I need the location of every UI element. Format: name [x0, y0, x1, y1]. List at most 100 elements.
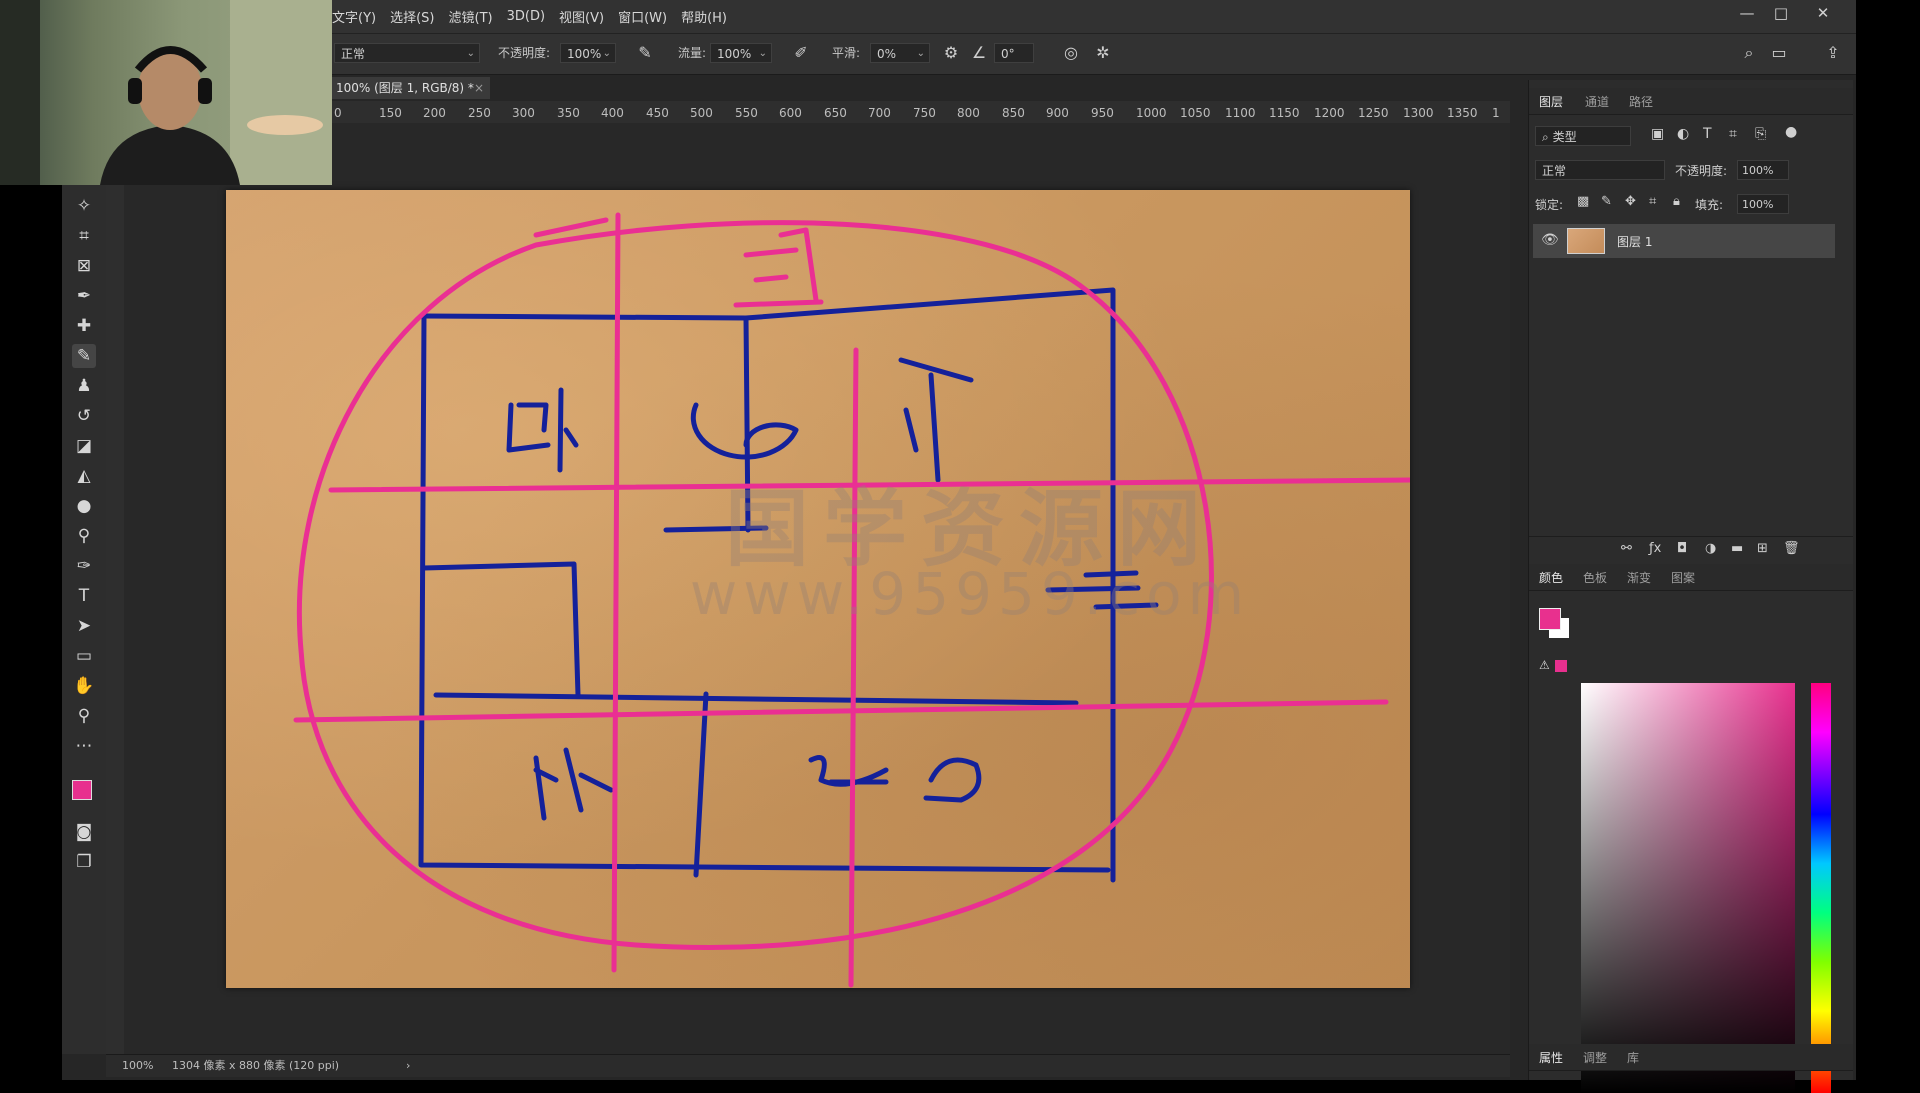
- menu-view[interactable]: 视图(V): [559, 7, 604, 26]
- type-icon[interactable]: T: [72, 584, 96, 608]
- airbrush-icon[interactable]: ✐: [790, 42, 812, 64]
- path-selection-icon[interactable]: ➤: [72, 614, 96, 638]
- new-layer-icon[interactable]: ⊞: [1757, 541, 1768, 556]
- opacity-input[interactable]: 100% ⌄: [560, 43, 616, 63]
- filter-shape-icon[interactable]: ⌗: [1729, 126, 1737, 142]
- fx-icon[interactable]: ƒx: [1649, 541, 1661, 556]
- close-icon[interactable]: ×: [474, 77, 484, 99]
- share-icon[interactable]: ⇪: [1822, 42, 1844, 64]
- brush-mode-select[interactable]: 正常 ⌄: [334, 43, 480, 63]
- magic-wand-icon[interactable]: ✧: [72, 194, 96, 218]
- tab-paths[interactable]: 路径: [1629, 93, 1653, 110]
- blend-mode-select[interactable]: 正常: [1535, 160, 1665, 180]
- chevron-down-icon: ⌄: [466, 48, 475, 59]
- hue-slider[interactable]: [1811, 683, 1831, 1093]
- eraser-icon[interactable]: ◪: [72, 434, 96, 458]
- lock-all-icon[interactable]: 🔒︎: [1673, 194, 1680, 209]
- menu-type[interactable]: 文字(Y): [332, 7, 376, 26]
- layer-name[interactable]: 图层 1: [1617, 233, 1652, 250]
- healing-brush-icon[interactable]: ✚: [72, 314, 96, 338]
- layer-row[interactable]: 👁︎ 图层 1: [1533, 224, 1835, 258]
- screen-mode-icon[interactable]: ❐: [72, 850, 96, 874]
- gamut-swatch[interactable]: [1555, 660, 1567, 672]
- right-panel-dock: 图层 通道 路径 ⌕ 类型 ▣ ◐ T ⌗ ⎘ ● 正常 不透明度: 100% …: [1528, 80, 1853, 1093]
- menu-filter[interactable]: 滤镜(T): [449, 7, 493, 26]
- lock-transparency-icon[interactable]: ▩: [1577, 194, 1589, 209]
- eye-icon[interactable]: 👁︎: [1541, 232, 1559, 248]
- paint-bucket-icon[interactable]: ◭: [72, 464, 96, 488]
- tab-properties[interactable]: 属性: [1539, 1049, 1563, 1066]
- stamp-icon[interactable]: ♟: [72, 374, 96, 398]
- layer-opacity-input[interactable]: 100%: [1737, 160, 1789, 180]
- properties-panel-tabs: 属性 调整 库: [1529, 1044, 1853, 1071]
- ruler-mark: 900: [1046, 106, 1069, 120]
- fill-value: 100%: [1742, 198, 1774, 211]
- workspace-icon[interactable]: ▭: [1768, 42, 1790, 64]
- color-foreground-swatch[interactable]: [1539, 608, 1561, 630]
- zoom-level[interactable]: 100%: [122, 1055, 153, 1077]
- menu-3d[interactable]: 3D(D): [507, 9, 545, 24]
- menu-select[interactable]: 选择(S): [390, 7, 434, 26]
- gear-icon[interactable]: ⚙: [940, 42, 962, 64]
- document-tab[interactable]: 100% (图层 1, RGB/8) * ×: [330, 77, 490, 99]
- tab-color[interactable]: 颜色: [1539, 569, 1563, 586]
- flow-input[interactable]: 100% ⌄: [710, 43, 772, 63]
- tab-gradients[interactable]: 渐变: [1627, 569, 1651, 586]
- filter-type-icon[interactable]: T: [1703, 126, 1712, 142]
- search-icon[interactable]: ⌕: [1738, 42, 1760, 64]
- tab-adjustments[interactable]: 调整: [1583, 1049, 1607, 1066]
- gamut-warning-icon[interactable]: ⚠: [1539, 658, 1550, 672]
- ruler-mark: 700: [868, 106, 891, 120]
- dodge-icon[interactable]: ⚲: [72, 524, 96, 548]
- zoom-icon[interactable]: ⚲: [72, 704, 96, 728]
- tab-layers[interactable]: 图层: [1539, 93, 1563, 110]
- angle-input[interactable]: 0°: [994, 43, 1034, 63]
- hand-icon[interactable]: ✋: [72, 674, 96, 698]
- layer-opacity-value: 100%: [1742, 164, 1774, 177]
- close-button[interactable]: ✕: [1806, 0, 1840, 26]
- fill-input[interactable]: 100%: [1737, 194, 1789, 214]
- folder-icon[interactable]: ▬: [1731, 541, 1743, 556]
- history-brush-icon[interactable]: ↺: [72, 404, 96, 428]
- status-arrow-icon[interactable]: ›: [406, 1055, 410, 1077]
- lock-position-icon[interactable]: ✥: [1625, 194, 1636, 209]
- crop-icon[interactable]: ⌗: [72, 224, 96, 248]
- link-icon[interactable]: ⚯: [1621, 541, 1632, 556]
- blur-icon[interactable]: ●: [72, 494, 96, 518]
- rectangle-icon[interactable]: ▭: [72, 644, 96, 668]
- menu-window[interactable]: 窗口(W): [618, 7, 667, 26]
- quick-mask-icon[interactable]: ◙: [72, 820, 96, 844]
- smoothing-input[interactable]: 0% ⌄: [870, 43, 930, 63]
- ruler-mark: 200: [423, 106, 446, 120]
- tab-channels[interactable]: 通道: [1585, 93, 1609, 110]
- trash-icon[interactable]: 🗑︎: [1783, 541, 1800, 556]
- eyedropper-icon[interactable]: ✒: [72, 284, 96, 308]
- ruler-mark: 1250: [1358, 106, 1389, 120]
- symmetry-icon[interactable]: ✲: [1092, 42, 1114, 64]
- pressure-size-icon[interactable]: ◎: [1060, 42, 1082, 64]
- more-tools-icon[interactable]: ⋯: [72, 734, 96, 758]
- frame-icon[interactable]: ⊠: [72, 254, 96, 278]
- menu-help[interactable]: 帮助(H): [681, 7, 727, 26]
- adjustment-icon[interactable]: ◑: [1705, 541, 1716, 556]
- color-field[interactable]: [1581, 683, 1795, 1093]
- horizontal-ruler: 0 150 200 250 300 350 400 450 500 550 600 650 700 750…: [330, 101, 1510, 124]
- lock-artboard-icon[interactable]: ⌗: [1649, 194, 1656, 209]
- tab-libraries[interactable]: 库: [1627, 1049, 1639, 1066]
- filter-smart-icon[interactable]: ⎘: [1755, 126, 1766, 142]
- minimize-button[interactable]: —: [1730, 0, 1764, 26]
- tab-patterns[interactable]: 图案: [1671, 569, 1695, 586]
- ruler-mark: 950: [1091, 106, 1114, 120]
- pressure-opacity-icon[interactable]: ✎: [634, 42, 656, 64]
- foreground-color-swatch[interactable]: [72, 780, 92, 800]
- layer-filter-select[interactable]: ⌕ 类型: [1535, 126, 1631, 146]
- tab-swatches[interactable]: 色板: [1583, 569, 1607, 586]
- pen-icon[interactable]: ✑: [72, 554, 96, 578]
- mask-icon[interactable]: ◘: [1677, 541, 1687, 556]
- filter-adjust-icon[interactable]: ◐: [1677, 126, 1689, 142]
- lock-pixels-icon[interactable]: ✎: [1601, 194, 1612, 209]
- filter-toggle-icon[interactable]: ●: [1785, 124, 1797, 140]
- filter-image-icon[interactable]: ▣: [1651, 126, 1664, 142]
- brush-icon[interactable]: ✎: [72, 344, 96, 368]
- maximize-button[interactable]: □: [1764, 0, 1798, 26]
